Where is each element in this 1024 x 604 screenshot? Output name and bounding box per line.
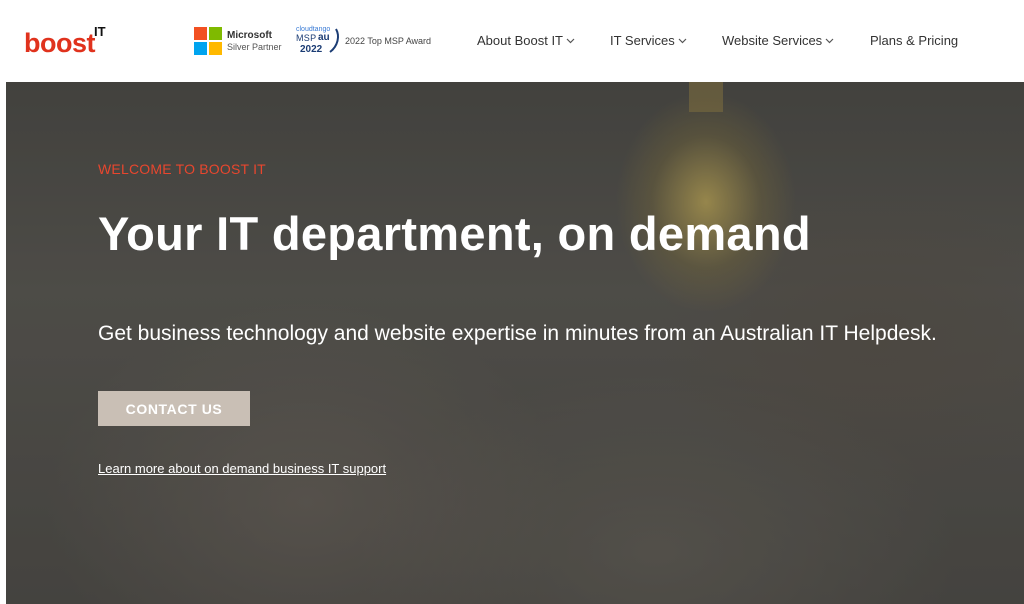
swoosh-icon xyxy=(329,28,339,53)
nav-label: About Boost IT xyxy=(477,33,563,48)
hero-section: WELCOME TO BOOST IT Your IT department, … xyxy=(6,82,1024,604)
microsoft-partner-badge: Microsoft Silver Partner xyxy=(194,27,289,57)
hero-subtitle: Get business technology and website expe… xyxy=(98,322,937,345)
hero-eyebrow: WELCOME TO BOOST IT xyxy=(98,161,266,177)
chevron-down-icon xyxy=(566,38,575,43)
microsoft-logo-icon xyxy=(194,27,222,55)
nav-label: Website Services xyxy=(722,33,823,48)
chevron-down-icon xyxy=(825,38,834,43)
nav-website-services[interactable]: Website Services xyxy=(722,33,834,48)
msp-year: 2022 xyxy=(300,44,323,55)
nav-it-services[interactable]: IT Services xyxy=(610,33,687,48)
site-header: boost IT Microsoft Silver Partner cloudt… xyxy=(0,0,1024,82)
msp-name: MSP xyxy=(296,33,317,43)
logo-text: boost xyxy=(24,28,96,58)
nav-plans-pricing[interactable]: Plans & Pricing xyxy=(870,33,958,48)
nav-label: Plans & Pricing xyxy=(870,33,959,48)
chevron-down-icon xyxy=(678,38,687,43)
partner-brand: Microsoft xyxy=(227,30,272,41)
nav-about-boost-it[interactable]: About Boost IT xyxy=(477,33,575,48)
logo-superscript: IT xyxy=(94,24,106,39)
nav-label: IT Services xyxy=(610,33,675,48)
learn-more-link[interactable]: Learn more about on demand business IT s… xyxy=(98,461,386,476)
msp-award-badge: cloudtango MSP au 2022 2022 Top MSP Awar… xyxy=(296,26,436,58)
hero-title: Your IT department, on demand xyxy=(98,207,811,260)
boost-it-logo[interactable]: boost IT xyxy=(24,24,114,58)
msp-select-logo: cloudtango MSP au 2022 xyxy=(296,26,342,56)
msp-award-caption: 2022 Top MSP Award xyxy=(345,36,432,46)
contact-us-button[interactable]: CONTACT US xyxy=(98,391,250,426)
partner-level: Silver Partner xyxy=(227,42,282,52)
